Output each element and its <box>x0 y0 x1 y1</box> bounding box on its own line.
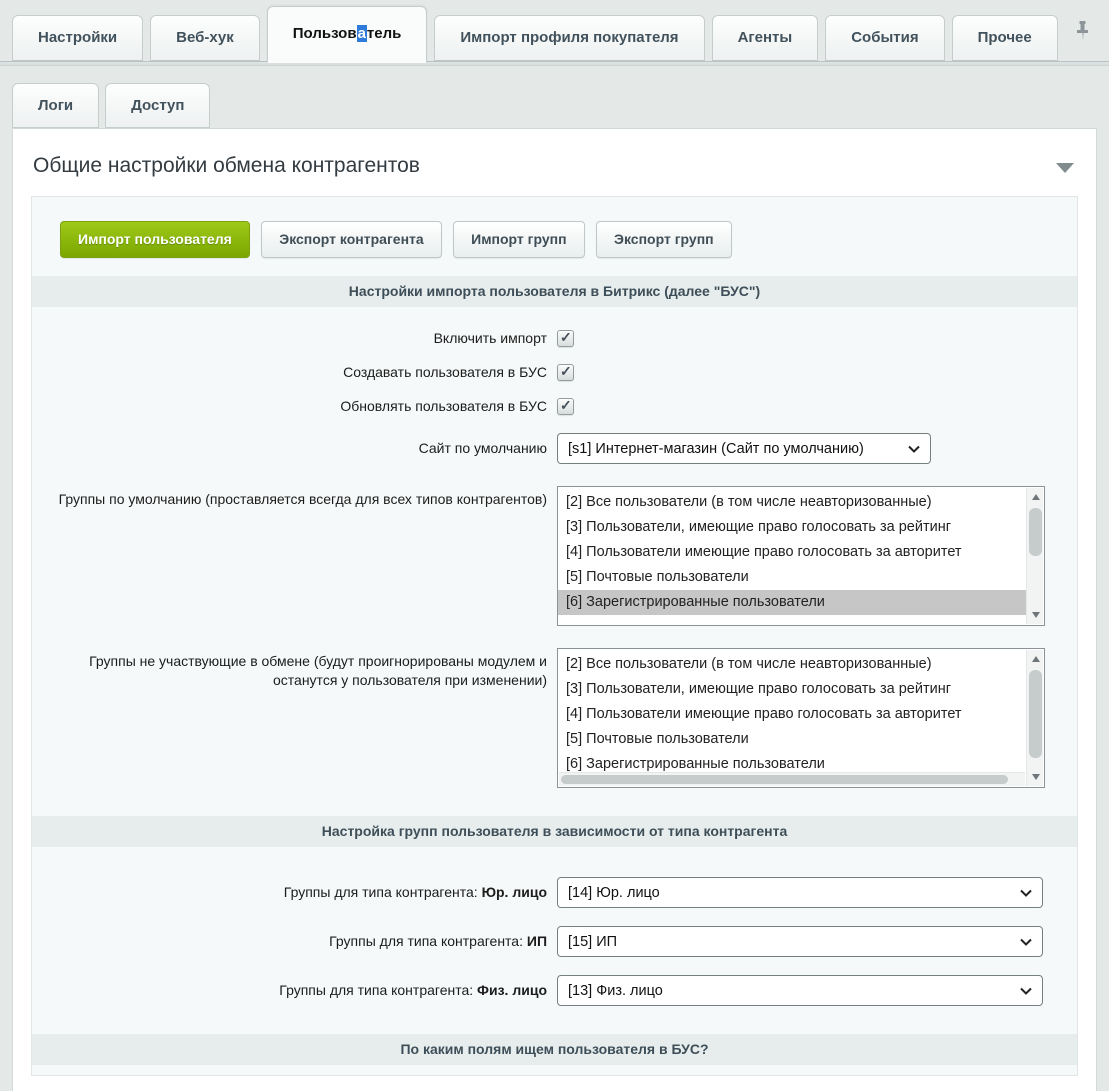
row-update-user: Обновлять пользователя в БУС <box>32 389 1077 423</box>
scroll-down-icon <box>1032 612 1040 618</box>
import-user-button[interactable]: Импорт пользователя <box>60 221 250 258</box>
create-user-label: Создавать пользователя в БУС <box>32 363 557 382</box>
ip-label: Группы для типа контрагента: ИП <box>32 932 557 951</box>
subtab-logs[interactable]: Логи <box>12 83 99 128</box>
legal-entity-select[interactable]: [14] Юр. лицо <box>557 877 1043 908</box>
tab-user-text-2: тель <box>367 25 401 42</box>
pin-icon[interactable] <box>1068 17 1097 51</box>
list-item[interactable]: [3] Пользователи, имеющие право голосова… <box>558 677 1026 702</box>
update-user-label: Обновлять пользователя в БУС <box>32 397 557 416</box>
sub-tab-bar: Логи Доступ <box>0 66 1109 128</box>
tab-user[interactable]: Пользователь <box>267 6 428 63</box>
label-text: Группы для типа контрагента: <box>279 982 473 998</box>
panel-header: Общие настройки обмена контрагентов <box>13 129 1096 196</box>
import-groups-button[interactable]: Импорт групп <box>453 221 584 258</box>
export-groups-button[interactable]: Экспорт групп <box>596 221 732 258</box>
individual-value: [13] Физ. лицо <box>568 983 663 999</box>
export-contractor-button[interactable]: Экспорт контрагента <box>261 221 441 258</box>
row-default-groups: Группы по умолчанию (проставляется всегд… <box>32 486 1077 626</box>
settings-form: Импорт пользователя Экспорт контрагента … <box>31 196 1078 1076</box>
section-header-search-fields: По каким полям ищем пользователя в БУС? <box>32 1034 1077 1065</box>
ip-select[interactable]: [15] ИП <box>557 926 1043 957</box>
default-site-select[interactable]: [s1] Интернет-магазин (Сайт по умолчанию… <box>557 433 931 464</box>
list-item[interactable]: [2] Все пользователи (в том числе неавто… <box>558 652 1026 677</box>
chevron-down-icon <box>1010 889 1032 897</box>
row-individual-group: Группы для типа контрагента: Физ. лицо [… <box>32 975 1077 1006</box>
ip-value: [15] ИП <box>568 934 617 950</box>
enable-import-label: Включить импорт <box>32 329 557 348</box>
tab-user-selected-char: а <box>357 25 367 42</box>
default-groups-listbox[interactable]: [2] Все пользователи (в том числе неавто… <box>557 486 1045 626</box>
vertical-scrollbar[interactable] <box>1026 650 1043 786</box>
scroll-down-icon <box>1032 774 1040 780</box>
label-bold: ИП <box>527 933 547 949</box>
list-item[interactable]: [4] Пользователи имеющие право голосоват… <box>558 702 1026 727</box>
default-site-label: Сайт по умолчанию <box>32 439 557 458</box>
tab-divider <box>0 61 1109 66</box>
default-site-value: [s1] Интернет-магазин (Сайт по умолчанию… <box>568 441 864 457</box>
section-header-group-types: Настройка групп пользователя в зависимос… <box>32 816 1077 847</box>
vertical-scrollbar[interactable] <box>1026 488 1043 624</box>
legal-entity-value: [14] Юр. лицо <box>568 885 660 901</box>
row-enable-import: Включить импорт <box>32 321 1077 355</box>
update-user-checkbox[interactable] <box>557 398 574 415</box>
row-legal-entity-group: Группы для типа контрагента: Юр. лицо [1… <box>32 877 1077 908</box>
individual-label: Группы для типа контрагента: Физ. лицо <box>32 981 557 1000</box>
scroll-up-icon <box>1032 494 1040 500</box>
enable-import-checkbox[interactable] <box>557 330 574 347</box>
row-create-user: Создавать пользователя в БУС <box>32 355 1077 389</box>
horizontal-scrollbar[interactable] <box>559 772 1025 786</box>
settings-panel: Общие настройки обмена контрагентов Импо… <box>12 128 1097 1091</box>
excluded-groups-label: Группы не участвующие в обмене (будут пр… <box>32 648 557 690</box>
tab-other[interactable]: Прочее <box>952 15 1058 61</box>
row-default-site: Сайт по умолчанию [s1] Интернет-магазин … <box>32 433 1077 464</box>
create-user-checkbox[interactable] <box>557 364 574 381</box>
list-item[interactable]: [3] Пользователи, имеющие право голосова… <box>558 515 1026 540</box>
chevron-down-icon <box>1010 938 1032 946</box>
list-item[interactable]: [2] Все пользователи (в том числе неавто… <box>558 490 1026 515</box>
tab-import-profile[interactable]: Импорт профиля покупателя <box>434 15 704 61</box>
chevron-down-icon <box>1010 987 1032 995</box>
tab-webhook[interactable]: Веб-хук <box>150 15 260 61</box>
default-groups-label: Группы по умолчанию (проставляется всегд… <box>32 486 557 509</box>
scrollbar-thumb <box>1029 670 1042 758</box>
list-item[interactable]: [5] Почтовые пользователи <box>558 727 1026 752</box>
scrollbar-thumb <box>561 775 1008 784</box>
list-item[interactable]: [5] Почтовые пользователи <box>558 565 1026 590</box>
tab-events[interactable]: События <box>825 15 944 61</box>
section-header-import-settings: Настройки импорта пользователя в Битрикс… <box>32 276 1077 307</box>
label-bold: Физ. лицо <box>477 982 547 998</box>
top-tab-bar: Настройки Веб-хук Пользователь Импорт пр… <box>0 0 1109 61</box>
row-ip-group: Группы для типа контрагента: ИП [15] ИП <box>32 926 1077 957</box>
scroll-up-icon <box>1032 656 1040 662</box>
individual-select[interactable]: [13] Физ. лицо <box>557 975 1043 1006</box>
page-title: Общие настройки обмена контрагентов <box>33 154 420 178</box>
tab-settings[interactable]: Настройки <box>12 15 143 61</box>
row-excluded-groups: Группы не участвующие в обмене (будут пр… <box>32 648 1077 788</box>
label-text: Группы для типа контрагента: <box>329 933 523 949</box>
collapse-arrow-icon[interactable] <box>1056 163 1074 173</box>
list-item[interactable]: [4] Пользователи имеющие право голосоват… <box>558 540 1026 565</box>
list-item-selected[interactable]: [6] Зарегистрированные пользователи <box>558 590 1026 615</box>
tab-user-text: Пользов <box>293 25 357 42</box>
legal-entity-label: Группы для типа контрагента: Юр. лицо <box>32 883 557 902</box>
chevron-down-icon <box>898 445 920 453</box>
mode-button-row: Импорт пользователя Экспорт контрагента … <box>32 197 1077 258</box>
tab-agents[interactable]: Агенты <box>712 15 819 61</box>
excluded-groups-listbox[interactable]: [2] Все пользователи (в том числе неавто… <box>557 648 1045 788</box>
subtab-access[interactable]: Доступ <box>105 83 210 128</box>
label-text: Группы для типа контрагента: <box>284 884 478 900</box>
scrollbar-thumb <box>1029 508 1042 556</box>
label-bold: Юр. лицо <box>482 884 547 900</box>
